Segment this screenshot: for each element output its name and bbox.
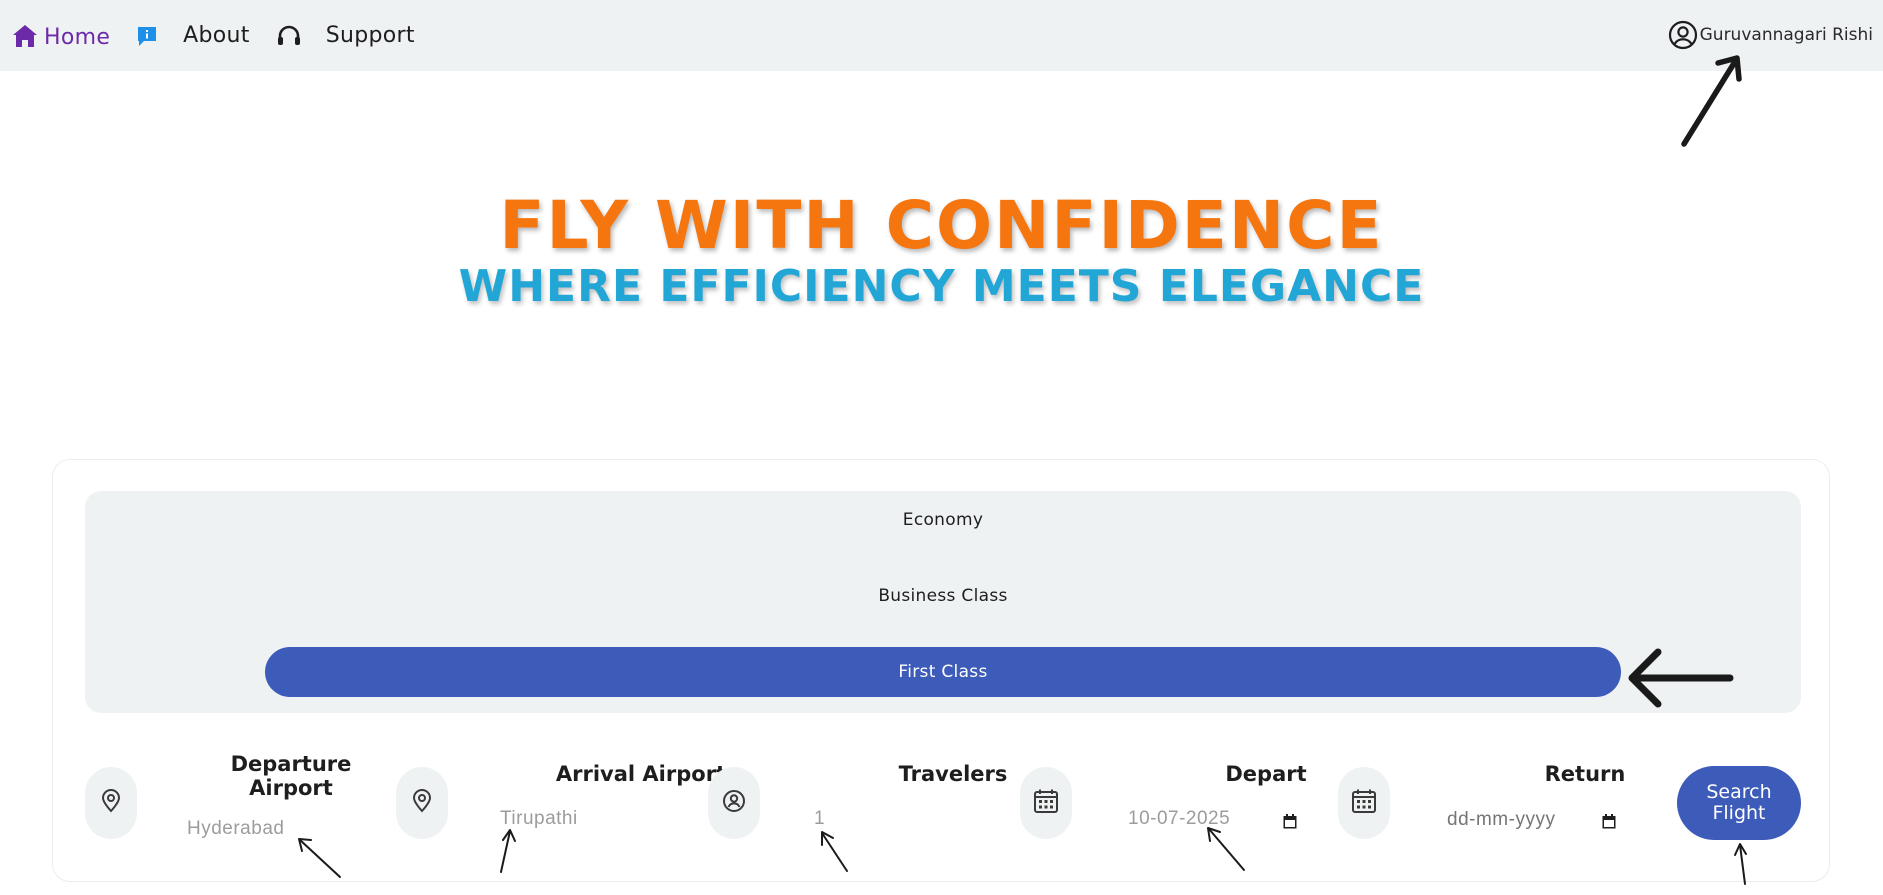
- departure-heading-line2: Airport: [249, 776, 333, 800]
- flight-search-card: Economy Business Class First Class Depar…: [52, 459, 1830, 882]
- search-flight-line1: Search: [1706, 781, 1772, 803]
- return-date-picker-button[interactable]: [1602, 814, 1616, 833]
- nav-support-label: Support: [325, 23, 415, 48]
- info-icon: [136, 25, 158, 47]
- user-circle-icon: [1668, 20, 1698, 50]
- calendar-icon: [1033, 788, 1059, 818]
- departure-heading: Departure Airport: [201, 752, 381, 800]
- map-pin-icon: [100, 789, 122, 817]
- nav-home-label: Home: [44, 25, 111, 50]
- arrival-location-icon-button[interactable]: [396, 767, 448, 839]
- depart-date-input[interactable]: [1128, 808, 1268, 830]
- calendar-icon: [1602, 814, 1616, 833]
- departure-location-icon-button[interactable]: [85, 767, 137, 839]
- departure-heading-line1: Departure: [230, 752, 352, 776]
- nav-about-link[interactable]: About: [136, 23, 250, 48]
- home-icon: [12, 24, 38, 48]
- return-date-input[interactable]: [1447, 809, 1587, 831]
- hero-subtitle: WHERE EFFICIENCY MEETS ELEGANCE: [458, 261, 1425, 312]
- user-profile-link[interactable]: Guruvannagari Rishi: [1668, 20, 1873, 50]
- arrival-airport-input[interactable]: [500, 808, 650, 830]
- top-navbar: Home About Support Guruvannagari Rishi: [0, 0, 1883, 71]
- hero-section: FLY WITH CONFIDENCE WHERE EFFICIENCY MEE…: [0, 190, 1883, 312]
- travelers-input[interactable]: [814, 808, 934, 830]
- class-option-first[interactable]: First Class: [265, 647, 1621, 697]
- travel-class-selector: Economy Business Class First Class: [85, 491, 1801, 713]
- user-pin-icon: [722, 789, 746, 817]
- calendar-icon: [1283, 814, 1297, 833]
- calendar-icon: [1351, 788, 1377, 818]
- travelers-icon-button[interactable]: [708, 767, 760, 839]
- headset-icon: [276, 24, 302, 48]
- return-calendar-icon-button[interactable]: [1338, 767, 1390, 839]
- nav-support-link[interactable]: Support: [276, 23, 415, 48]
- hero-title: FLY WITH CONFIDENCE: [499, 187, 1384, 264]
- search-flight-line2: Flight: [1712, 802, 1766, 824]
- user-name: Guruvannagari Rishi: [1699, 25, 1873, 45]
- map-pin-icon: [411, 789, 433, 817]
- class-option-business[interactable]: Business Class: [265, 571, 1621, 621]
- nav-links: Home About Support: [12, 0, 415, 71]
- nav-about-label: About: [183, 23, 250, 48]
- depart-date-picker-button[interactable]: [1283, 814, 1297, 833]
- nav-home-link[interactable]: Home: [12, 21, 110, 50]
- class-option-economy[interactable]: Economy: [265, 495, 1621, 545]
- depart-calendar-icon-button[interactable]: [1020, 767, 1072, 839]
- departure-airport-input[interactable]: [187, 818, 337, 840]
- search-flight-button[interactable]: Search Flight: [1677, 766, 1801, 840]
